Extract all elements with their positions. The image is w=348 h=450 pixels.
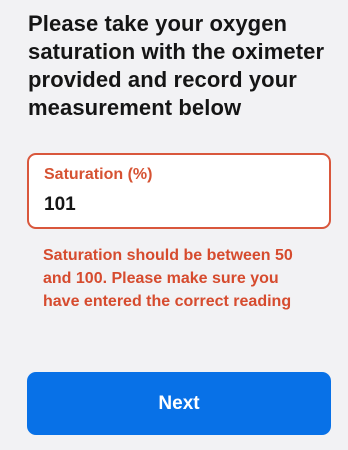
oxygen-saturation-screen: Please take your oxygen saturation with … — [0, 0, 348, 450]
page-title: Please take your oxygen saturation with … — [28, 11, 325, 120]
saturation-input[interactable] — [42, 191, 318, 219]
saturation-field-label: Saturation (%) — [44, 166, 153, 183]
saturation-error-message: Saturation should be between 50 and 100.… — [43, 247, 293, 310]
next-button[interactable]: Next — [27, 372, 331, 435]
saturation-field[interactable]: Saturation (%) — [27, 153, 331, 229]
